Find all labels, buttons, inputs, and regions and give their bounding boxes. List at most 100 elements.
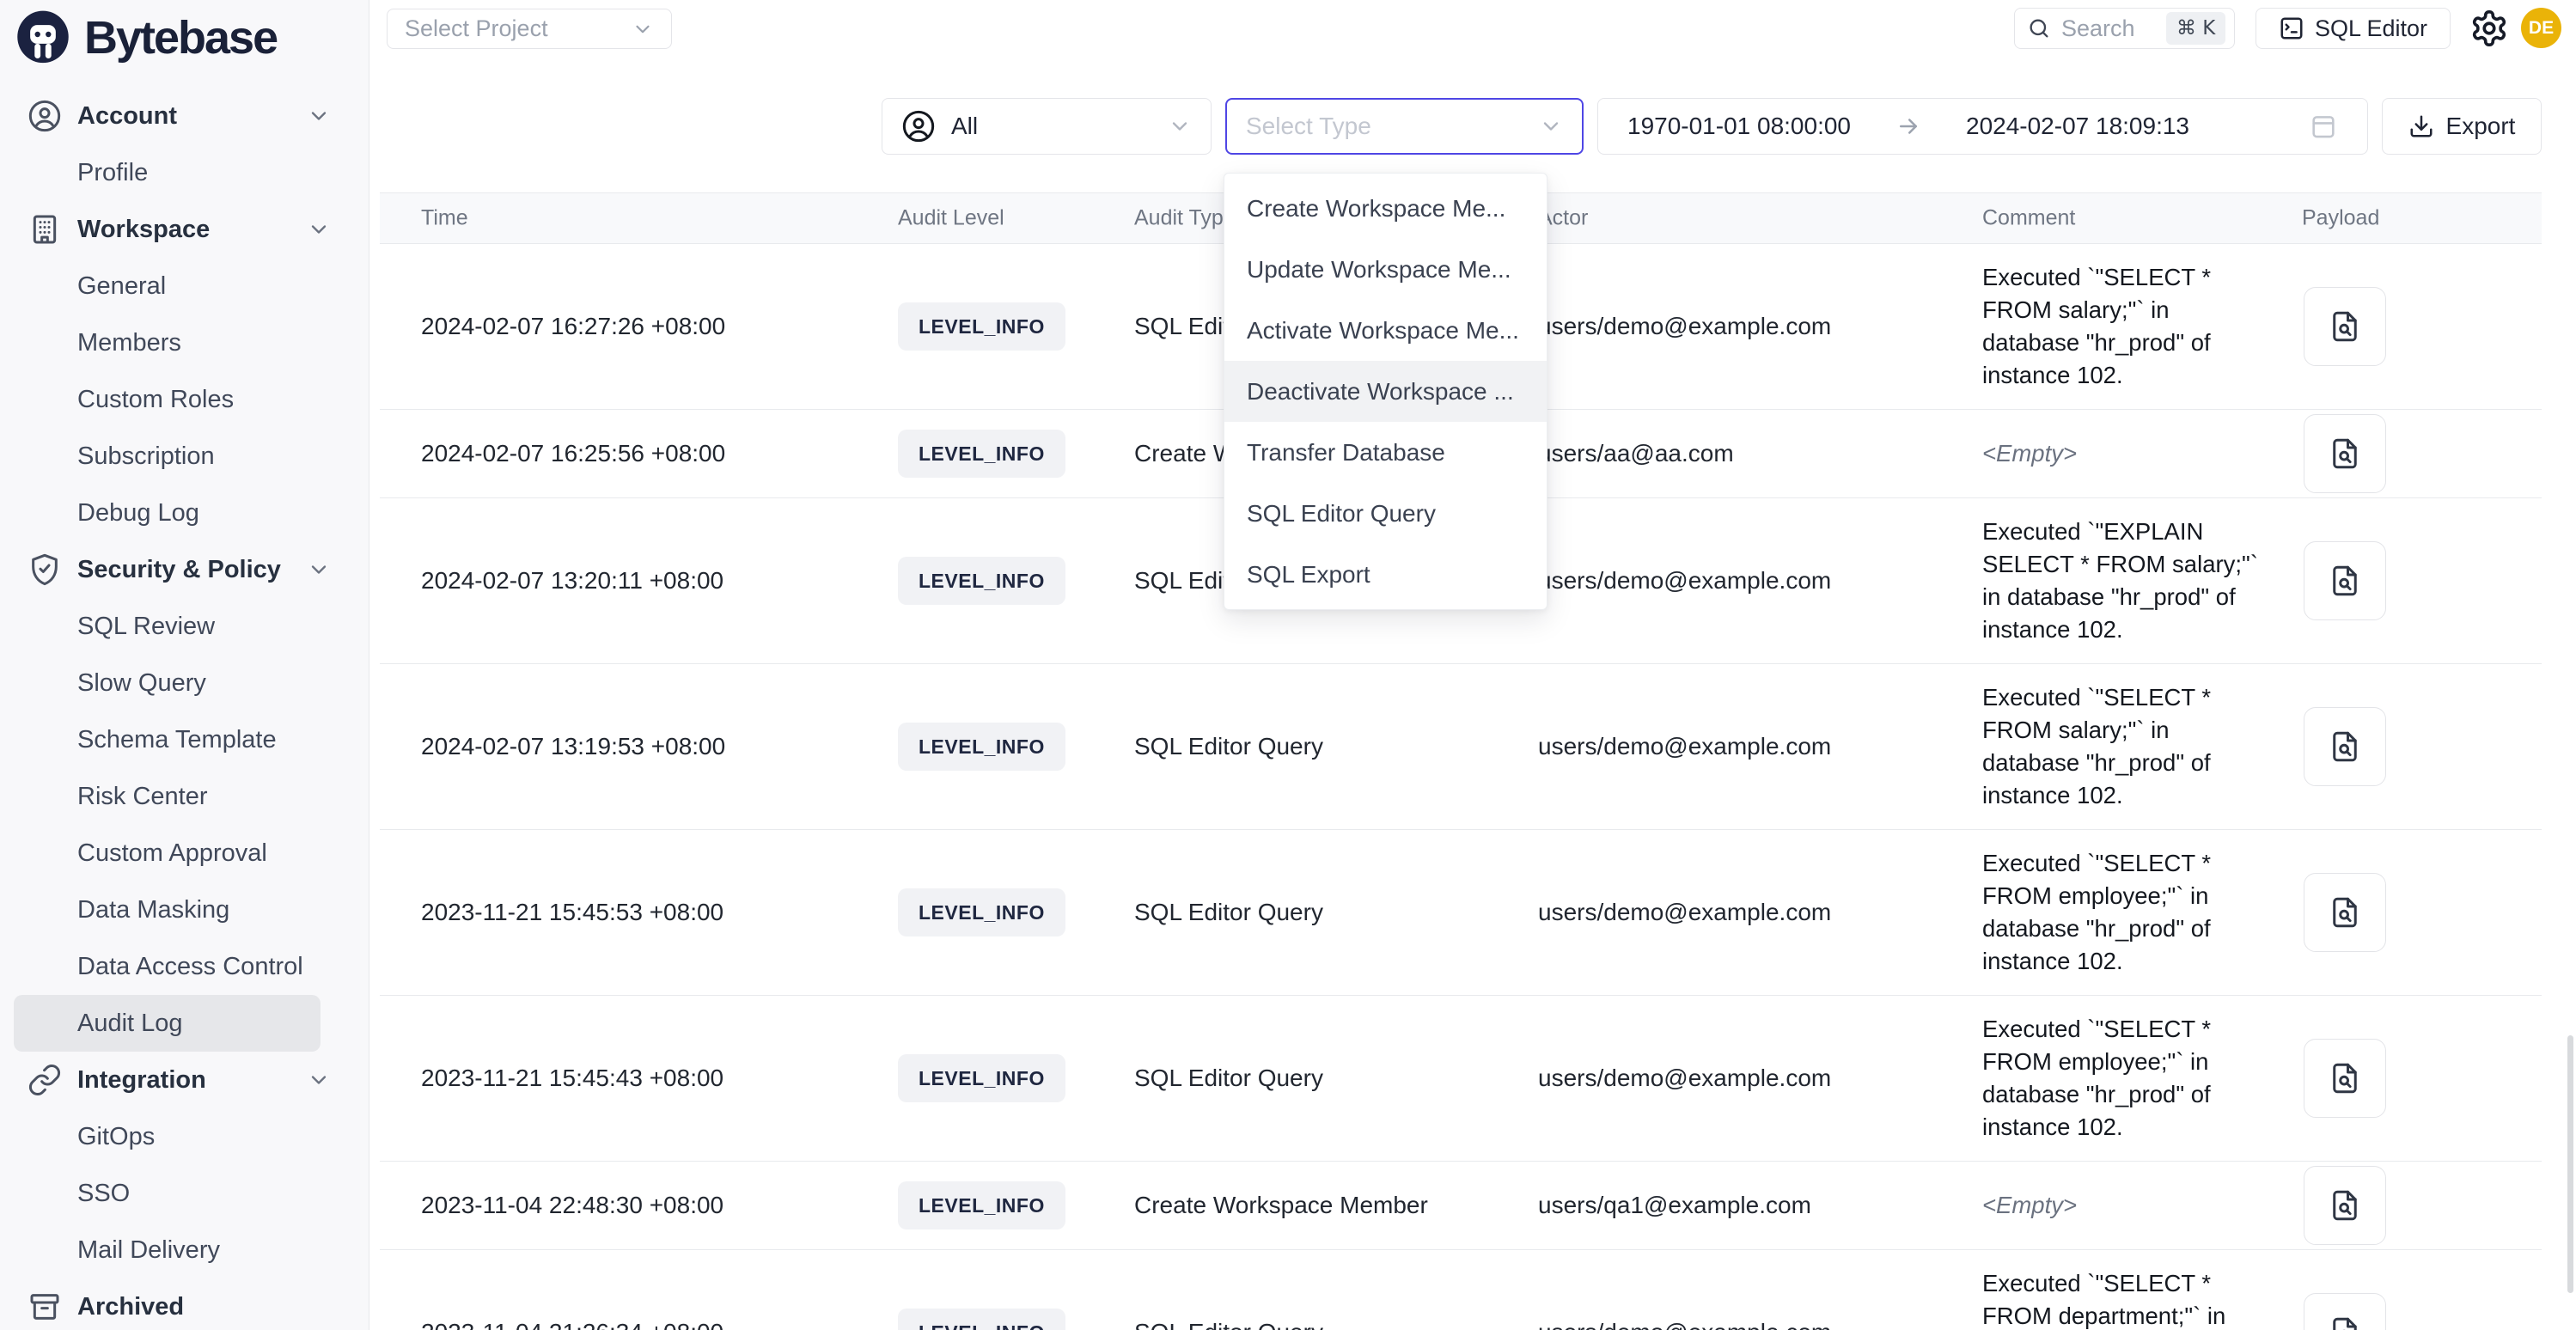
terminal-icon (2279, 15, 2304, 41)
sidebar-item[interactable]: SQL Review (0, 598, 369, 655)
global-search[interactable]: ⌘ K (2014, 8, 2235, 49)
download-icon (2408, 113, 2434, 139)
payload-view-button[interactable] (2304, 1166, 2386, 1245)
user-circle-icon (901, 109, 936, 143)
sidebar-group-workspace[interactable]: Workspace (0, 201, 369, 258)
payload-view-button[interactable] (2304, 707, 2386, 786)
audit-type-cell: SQL Editor Query (1134, 1319, 1323, 1330)
column-header-comment: Comment (1982, 206, 2075, 231)
actor-cell: users/demo@example.com (1538, 899, 1831, 926)
column-header-audit-type: Audit Type (1134, 206, 1236, 231)
type-dropdown-option[interactable]: SQL Editor Query (1224, 483, 1547, 544)
type-dropdown-menu: Create Workspace Me... Update Workspace … (1224, 173, 1547, 610)
export-button[interactable]: Export (2382, 98, 2542, 155)
comment-cell: Executed `"SELECT * FROM employee;"` in … (1982, 1013, 2302, 1144)
type-dropdown-option[interactable]: Activate Workspace Me... (1224, 300, 1547, 361)
file-search-icon (2327, 894, 2363, 930)
payload-view-button[interactable] (2304, 1293, 2386, 1330)
project-select[interactable]: Select Project (387, 9, 672, 49)
sidebar-item-archived[interactable]: Archived (0, 1278, 369, 1330)
file-search-icon (2327, 1060, 2363, 1096)
bytebase-app: Bytebase Account Profile Workspace Gener… (0, 0, 2576, 1330)
sidebar-item[interactable]: Members (0, 314, 369, 371)
audit-level-badge: LEVEL_INFO (898, 1054, 1065, 1102)
chevron-down-icon (307, 217, 331, 241)
sidebar-section-integration: GitOpsSSOMail Delivery (0, 1108, 369, 1278)
type-dropdown-option[interactable]: Create Workspace Me... (1224, 178, 1547, 239)
sidebar-item[interactable]: Data Access Control (0, 938, 369, 995)
sidebar-item[interactable]: GitOps (0, 1108, 369, 1165)
sidebar-item[interactable]: Risk Center (0, 768, 369, 825)
brand-name: Bytebase (84, 11, 277, 64)
file-search-icon (2327, 729, 2363, 765)
sidebar-item[interactable]: General (0, 258, 369, 314)
chevron-down-icon (632, 18, 654, 40)
file-search-icon (2327, 436, 2363, 472)
sidebar-section-security-policy: SQL ReviewSlow QuerySchema TemplateRisk … (0, 598, 369, 1052)
comment-cell: Executed `"SELECT * FROM salary;"` in da… (1982, 681, 2302, 812)
payload-view-button[interactable] (2304, 287, 2386, 366)
bytebase-logo[interactable]: Bytebase (0, 0, 369, 67)
sidebar-item[interactable]: Custom Approval (0, 825, 369, 882)
sidebar-group-account[interactable]: Account (0, 88, 369, 144)
chevron-down-icon (307, 104, 331, 128)
type-filter-placeholder: Select Type (1246, 113, 1371, 140)
audit-level-badge: LEVEL_INFO (898, 557, 1065, 605)
chevron-down-icon (1168, 114, 1192, 138)
sidebar: Bytebase Account Profile Workspace Gener… (0, 0, 369, 1330)
time-cell: 2023-11-04 22:48:30 +08:00 (421, 1192, 723, 1219)
audit-level-badge: LEVEL_INFO (898, 723, 1065, 771)
file-search-icon (2327, 563, 2363, 599)
audit-level-badge: LEVEL_INFO (898, 888, 1065, 936)
sidebar-group-label: Archived (77, 1293, 184, 1321)
table-row: Executed `"SELECT * FROM employee;"` in … (380, 996, 2542, 1162)
type-dropdown-option[interactable]: Deactivate Workspace ... (1224, 361, 1547, 422)
user-avatar[interactable]: DE (2521, 8, 2561, 48)
archive-icon (27, 1290, 62, 1324)
search-icon (2027, 16, 2051, 40)
sidebar-item[interactable]: Custom Roles (0, 371, 369, 428)
payload-view-button[interactable] (2304, 414, 2386, 493)
sidebar-item[interactable]: Debug Log (0, 485, 369, 541)
bytebase-logo-icon (15, 10, 70, 65)
sql-editor-button[interactable]: SQL Editor (2256, 8, 2451, 49)
date-from: 1970-01-01 08:00:00 (1627, 113, 1851, 140)
vertical-scrollbar[interactable] (2567, 1035, 2573, 1293)
sidebar-group-security-policy[interactable]: Security & Policy (0, 541, 369, 598)
audit-level-badge: LEVEL_INFO (898, 302, 1065, 351)
sidebar-item[interactable]: Slow Query (0, 655, 369, 711)
type-dropdown-option[interactable]: Update Workspace Me... (1224, 239, 1547, 300)
sidebar-item[interactable]: Audit Log (14, 995, 320, 1052)
type-dropdown-option[interactable]: Transfer Database (1224, 422, 1547, 483)
chevron-down-icon (1539, 114, 1563, 138)
payload-view-button[interactable] (2304, 1039, 2386, 1118)
actor-cell: users/demo@example.com (1538, 1065, 1831, 1092)
type-dropdown-option[interactable]: SQL Export (1224, 544, 1547, 605)
date-range-picker[interactable]: 1970-01-01 08:00:00 2024-02-07 18:09:13 (1597, 98, 2368, 155)
sidebar-item[interactable]: Schema Template (0, 711, 369, 768)
search-input[interactable] (2061, 15, 2156, 42)
type-filter-select[interactable]: Select Type (1225, 98, 1584, 155)
sidebar-item[interactable]: Subscription (0, 428, 369, 485)
sidebar-item[interactable]: Profile (0, 144, 369, 201)
chevron-down-icon (307, 558, 331, 582)
settings-gear-icon[interactable] (2469, 9, 2509, 48)
payload-view-button[interactable] (2304, 873, 2386, 952)
table-row: Executed `"SELECT * FROM salary;"` in da… (380, 664, 2542, 830)
table-row: <Empty> 2023-11-04 22:48:30 +08:00 LEVEL… (380, 1162, 2542, 1250)
sidebar-item[interactable]: SSO (0, 1165, 369, 1222)
sidebar-item[interactable]: Mail Delivery (0, 1222, 369, 1278)
sidebar-group-label: Account (77, 102, 177, 131)
actor-filter-select[interactable]: All (882, 98, 1212, 155)
audit-type-cell: Create Workspace Member (1134, 1192, 1428, 1219)
sidebar-group-label: Security & Policy (77, 556, 281, 584)
time-cell: 2024-02-07 16:27:26 +08:00 (421, 313, 725, 340)
payload-view-button[interactable] (2304, 541, 2386, 620)
file-search-icon (2327, 308, 2363, 345)
actor-cell: users/aa@aa.com (1538, 440, 1734, 467)
sidebar-group-integration[interactable]: Integration (0, 1052, 369, 1108)
comment-cell: <Empty> (1982, 437, 2302, 470)
file-search-icon (2327, 1315, 2363, 1330)
audit-level-badge: LEVEL_INFO (898, 430, 1065, 478)
sidebar-item[interactable]: Data Masking (0, 882, 369, 938)
